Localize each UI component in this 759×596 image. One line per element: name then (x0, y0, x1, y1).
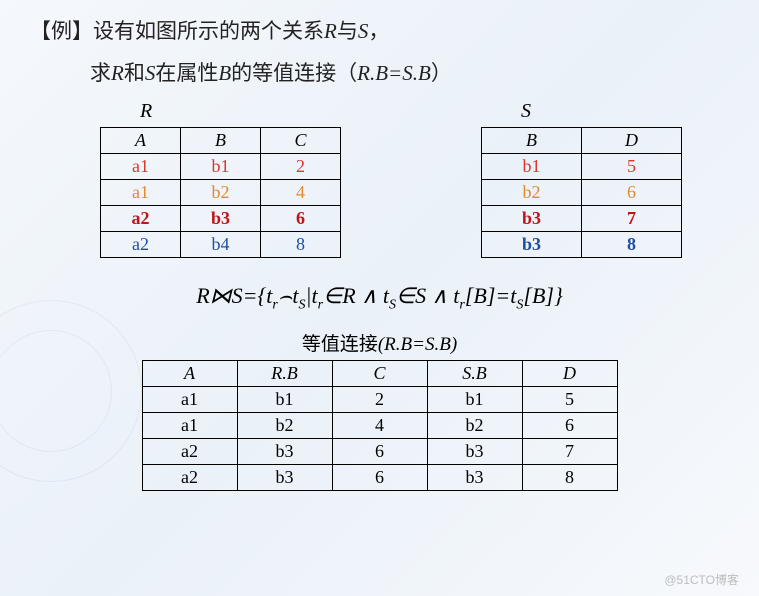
join-result-title: 等值连接(R.B=S.B) (302, 329, 457, 356)
relation-s-label: S (521, 100, 531, 123)
join-result-table: A R.B C S.B D a1b12b15 a1b24b26 a2b36b37… (142, 360, 618, 491)
relation-r-label: R (140, 100, 152, 123)
relation-s-table: BD b15 b26 b37 b38 (481, 127, 682, 258)
join-result-block: 等值连接(R.B=S.B) A R.B C S.B D a1b12b15 a1b… (30, 329, 729, 491)
watermark-text: @51CTO博客 (664, 571, 739, 588)
relation-s-block: S BD b15 b26 b37 b38 (481, 100, 682, 258)
table-row: a1b24b26 (142, 412, 617, 438)
relation-r-table: ABC a1b12 a1b24 a2b36 a2b48 (100, 127, 341, 258)
title-comma: ， (368, 19, 389, 43)
title-prefix: 【例】 (30, 19, 93, 43)
example-title-line1: 【例】设有如图所示的两个关系R与S， (30, 15, 729, 49)
table-row: a1b12b15 (142, 386, 617, 412)
title-main: 设有如图所示的两个关系 (93, 19, 324, 43)
source-tables-row: R ABC a1b12 a1b24 a2b36 a2b48 S BD b15 b… (100, 100, 729, 258)
table-row: a2b36b37 (142, 438, 617, 464)
title-r: R (324, 19, 337, 43)
title-s: S (358, 19, 369, 43)
table-row: a2b36b38 (142, 464, 617, 490)
join-formula: R⋈S={tr⌢tS|tr∈R ∧ tS∈S ∧ tr[B]=tS[B]} (30, 283, 729, 313)
relation-r-block: R ABC a1b12 a1b24 a2b36 a2b48 (100, 100, 341, 258)
example-title-line2: 求R和S在属性B的等值连接（R.B=S.B） (90, 57, 729, 91)
title-and: 与 (337, 19, 358, 43)
